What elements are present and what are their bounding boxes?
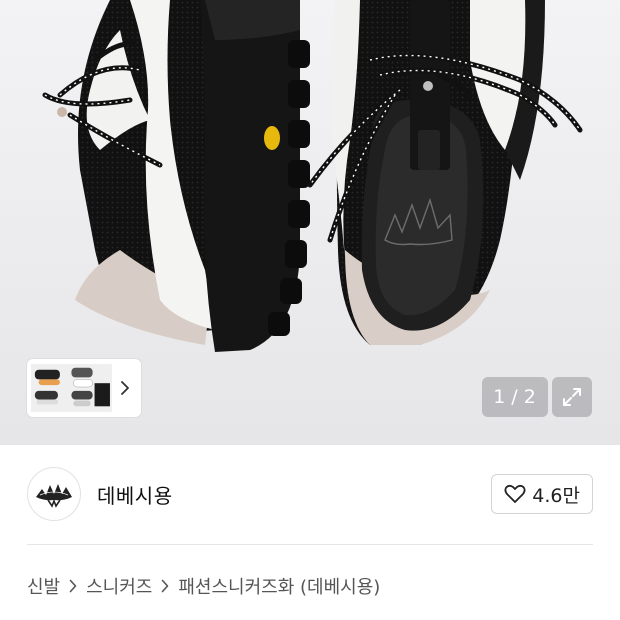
thumbnail-image[interactable]	[31, 363, 112, 413]
fullscreen-button[interactable]	[552, 377, 592, 417]
image-counter: 1 / 2	[482, 377, 548, 417]
image-counter-total: 2	[523, 386, 537, 408]
divider	[27, 544, 593, 545]
breadcrumb-item-sneakers[interactable]: 스니커즈	[86, 573, 152, 599]
breadcrumb-item-shoes[interactable]: 신발	[27, 573, 60, 599]
left-shoe	[42, 0, 310, 352]
like-button[interactable]: 4.6만	[491, 474, 593, 514]
breadcrumb-item-fashion-sneakers[interactable]: 패션스니커즈화 (데베시용)	[178, 573, 380, 599]
right-shoe	[307, 0, 583, 345]
like-count: 4.6만	[532, 484, 580, 507]
store-avatar[interactable]	[27, 467, 81, 521]
thumbnail-strip[interactable]	[27, 359, 141, 417]
expand-icon	[563, 388, 581, 406]
store-row: 데베시용 4.6만	[27, 466, 593, 522]
image-counter-separator: /	[511, 386, 519, 408]
chevron-right-icon	[121, 381, 130, 395]
store-logo-icon	[36, 484, 72, 508]
product-gallery[interactable]: 1 / 2	[0, 0, 620, 445]
thumbnail-next-button[interactable]	[114, 368, 137, 408]
chevron-right-icon	[161, 579, 169, 593]
heart-icon	[504, 484, 526, 503]
image-counter-current: 1	[493, 386, 507, 408]
breadcrumb: 신발 스니커즈 패션스니커즈화 (데베시용)	[27, 570, 380, 602]
chevron-right-icon	[69, 579, 77, 593]
store-name[interactable]: 데베시용	[97, 480, 173, 509]
